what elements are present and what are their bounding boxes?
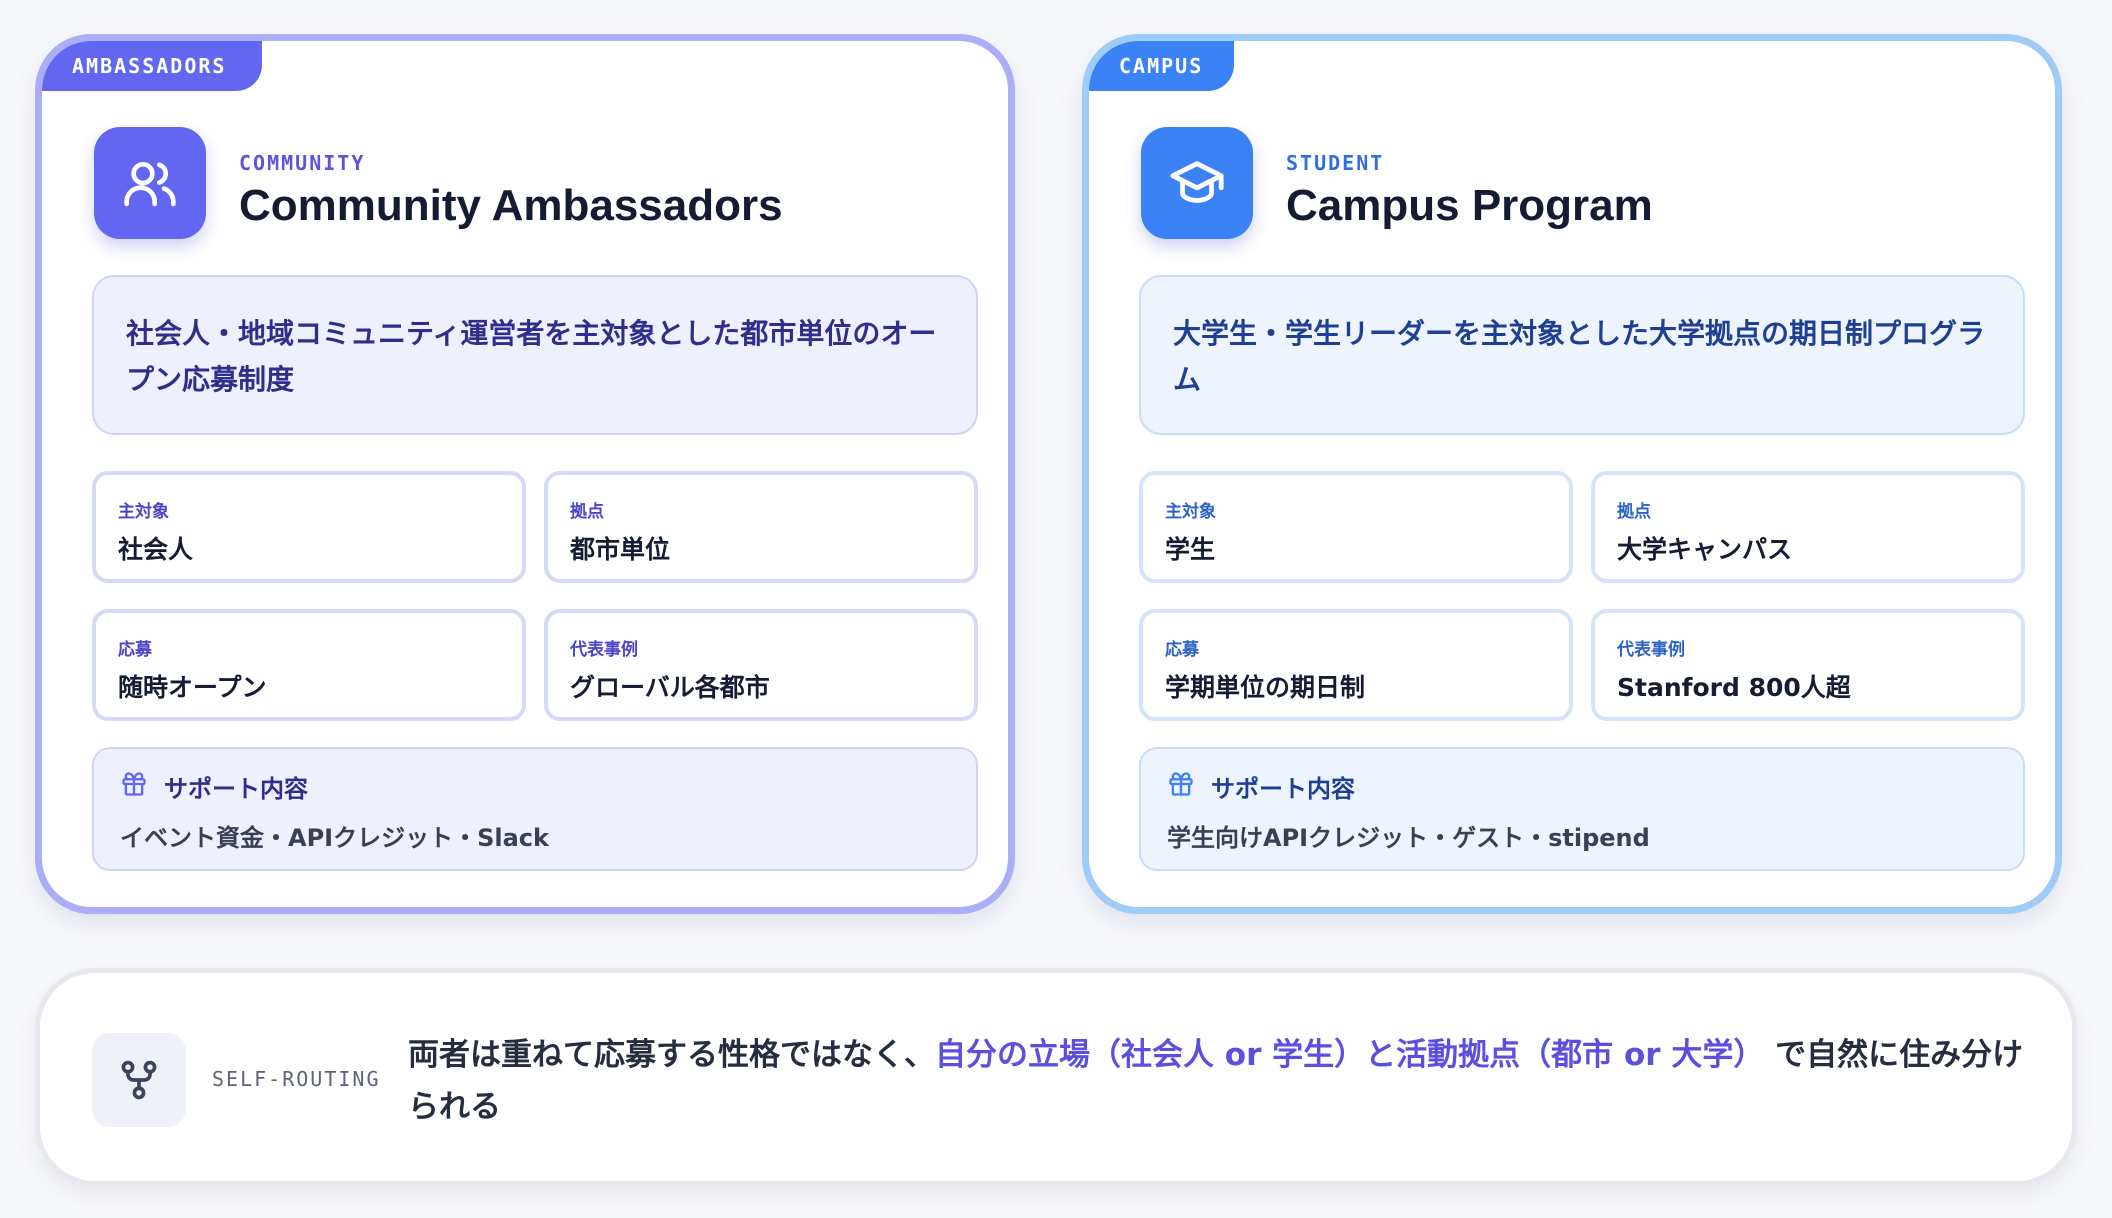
meta-value: グローバル各都市 bbox=[570, 673, 770, 702]
meta-base: 拠点 都市単位 bbox=[544, 471, 978, 583]
card-eyebrow: STUDENT bbox=[1286, 151, 1385, 175]
card-title: Campus Program bbox=[1286, 181, 1653, 230]
routing-text-before: 両者は重ねて応募する性格ではなく、 bbox=[408, 1037, 935, 1073]
branch-icon bbox=[92, 1033, 186, 1127]
meta-application: 応募 学期単位の期日制 bbox=[1139, 609, 1573, 721]
campus-card: CAMPUS STUDENT Campus Program 大学生・学生リーダー… bbox=[1082, 34, 2062, 914]
meta-target: 主対象 学生 bbox=[1139, 471, 1573, 583]
routing-text-highlight: 自分の立場（社会人 or 学生）と活動拠点（都市 or 大学） bbox=[935, 1037, 1765, 1073]
graduation-cap-icon bbox=[1141, 127, 1253, 239]
support-heading: サポート内容 bbox=[164, 775, 308, 803]
meta-label: 代表事例 bbox=[1617, 640, 1685, 660]
meta-example: 代表事例 Stanford 800人超 bbox=[1591, 609, 2025, 721]
card-description: 社会人・地域コミュニティ運営者を主対象とした都市単位のオープン応募制度 bbox=[92, 275, 978, 435]
meta-value: 学生 bbox=[1165, 535, 1216, 564]
users-icon bbox=[94, 127, 206, 239]
meta-value: 社会人 bbox=[118, 535, 194, 564]
self-routing-label: SELF-ROUTING bbox=[212, 1067, 381, 1091]
card-tab: CAMPUS bbox=[1089, 41, 1234, 91]
meta-application: 応募 随時オープン bbox=[92, 609, 526, 721]
support-body: 学生向けAPIクレジット・ゲスト・stipend bbox=[1167, 824, 1650, 852]
support-body: イベント資金・APIクレジット・Slack bbox=[120, 824, 549, 852]
meta-value: 随時オープン bbox=[118, 673, 267, 702]
meta-value: Stanford 800人超 bbox=[1617, 673, 1851, 702]
gift-icon bbox=[1167, 770, 1195, 804]
self-routing-text: 両者は重ねて応募する性格ではなく、自分の立場（社会人 or 学生）と活動拠点（都… bbox=[408, 1029, 2048, 1133]
support-box: サポート内容 学生向けAPIクレジット・ゲスト・stipend bbox=[1139, 747, 2025, 871]
meta-value: 都市単位 bbox=[570, 535, 671, 564]
meta-value: 大学キャンパス bbox=[1617, 535, 1793, 564]
self-routing-panel: SELF-ROUTING 両者は重ねて応募する性格ではなく、自分の立場（社会人 … bbox=[35, 968, 2077, 1186]
meta-label: 主対象 bbox=[118, 502, 169, 522]
meta-label: 拠点 bbox=[1617, 502, 1651, 522]
meta-label: 代表事例 bbox=[570, 640, 638, 660]
meta-label: 拠点 bbox=[570, 502, 604, 522]
meta-value: 学期単位の期日制 bbox=[1165, 673, 1366, 702]
card-description: 大学生・学生リーダーを主対象とした大学拠点の期日制プログラム bbox=[1139, 275, 2025, 435]
card-tab: AMBASSADORS bbox=[42, 41, 262, 91]
card-title: Community Ambassadors bbox=[239, 181, 783, 230]
meta-example: 代表事例 グローバル各都市 bbox=[544, 609, 978, 721]
meta-label: 応募 bbox=[1165, 640, 1199, 660]
support-box: サポート内容 イベント資金・APIクレジット・Slack bbox=[92, 747, 978, 871]
meta-label: 応募 bbox=[118, 640, 152, 660]
support-heading: サポート内容 bbox=[1211, 775, 1355, 803]
ambassadors-card: AMBASSADORS COMMUNITY Community Ambassad… bbox=[35, 34, 1015, 914]
meta-label: 主対象 bbox=[1165, 502, 1216, 522]
meta-base: 拠点 大学キャンパス bbox=[1591, 471, 2025, 583]
gift-icon bbox=[120, 770, 148, 804]
meta-target: 主対象 社会人 bbox=[92, 471, 526, 583]
card-eyebrow: COMMUNITY bbox=[239, 151, 366, 175]
